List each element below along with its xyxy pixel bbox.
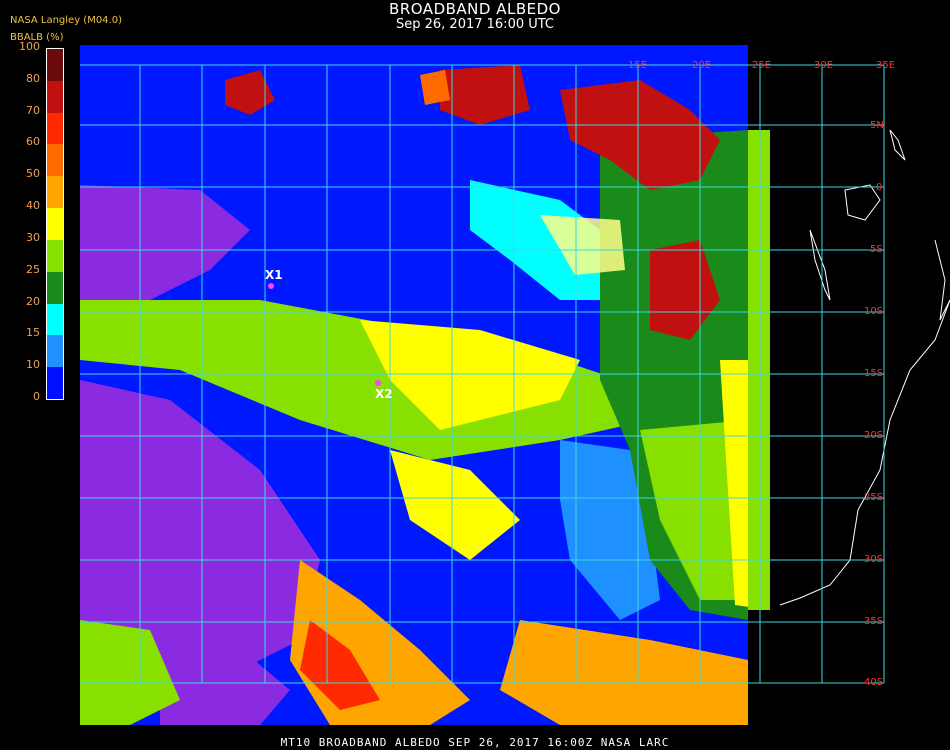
colorbar-segment (47, 176, 63, 209)
colorbar-tick-label: 50 (26, 167, 40, 181)
colorbar-segment (47, 80, 63, 114)
latitude-label: 20S (864, 430, 884, 441)
colorbar-tick-label: 25 (26, 262, 40, 276)
footer-caption: MT10 BROADBAND ALBEDO SEP 26, 2017 16:00… (280, 736, 670, 749)
longitude-label: 30E (814, 60, 834, 71)
latitude-label: 5N (870, 120, 884, 131)
colorbar-segment (47, 208, 63, 241)
lake-outline-2 (809, 229, 831, 301)
colorbar-tick-label: 40 (26, 199, 40, 213)
org-label: NASA Langley (M04.0) (10, 15, 122, 26)
longitude-label: 15E (628, 60, 648, 71)
lake-outline-3 (889, 129, 906, 161)
colorbar-tick-label: 30 (26, 230, 40, 244)
convection-orange-north (420, 70, 450, 105)
longitude-label: 35E (876, 60, 896, 71)
colorbar (46, 48, 64, 400)
latitude-label: 10S (864, 306, 884, 317)
latitude-label: 30S (864, 554, 884, 565)
longitude-label: 20E (692, 60, 712, 71)
colorbar-segment (47, 271, 63, 305)
longitude-label: 25E (752, 60, 772, 71)
latitude-label: 15S (864, 368, 884, 379)
imagery-east-strip (748, 130, 770, 610)
colorbar-segment (47, 239, 63, 273)
colorbar-segment (47, 335, 63, 368)
albedo-map (80, 45, 950, 725)
marker-x2-dot (375, 380, 381, 386)
colorbar-segment (47, 49, 63, 82)
colorbar-tick-label: 80 (26, 71, 40, 85)
latitude-label: 5S (870, 244, 883, 255)
colorbar-tick-label: 60 (26, 135, 40, 149)
marker-x1-dot (268, 283, 274, 289)
colorbar-tick-label: 0 (33, 390, 40, 403)
marker-x2-label: X2 (375, 387, 393, 401)
lake-outline-4 (934, 239, 950, 321)
colorbar-tick-label: 15 (26, 326, 40, 340)
colorbar-tick-label: 100 (19, 40, 40, 53)
colorbar-segment (47, 367, 63, 400)
latitude-label: 40S (864, 677, 884, 688)
page-title: BROADBAND ALBEDO (389, 0, 561, 18)
latitude-label: 25S (864, 492, 884, 503)
page-subtitle: Sep 26, 2017 16:00 UTC (395, 17, 555, 32)
latitude-label: 35S (864, 616, 884, 627)
marker-x1-label: X1 (265, 268, 283, 282)
colorbar-tick-label: 20 (26, 294, 40, 308)
latitude-label: 0 (876, 182, 883, 193)
colorbar-tick-label: 10 (26, 358, 40, 372)
colorbar-segment (47, 144, 63, 177)
colorbar-segment (47, 112, 63, 145)
lake-outline (844, 184, 881, 221)
colorbar-segment (47, 303, 63, 336)
colorbar-tick-label: 70 (26, 103, 40, 117)
